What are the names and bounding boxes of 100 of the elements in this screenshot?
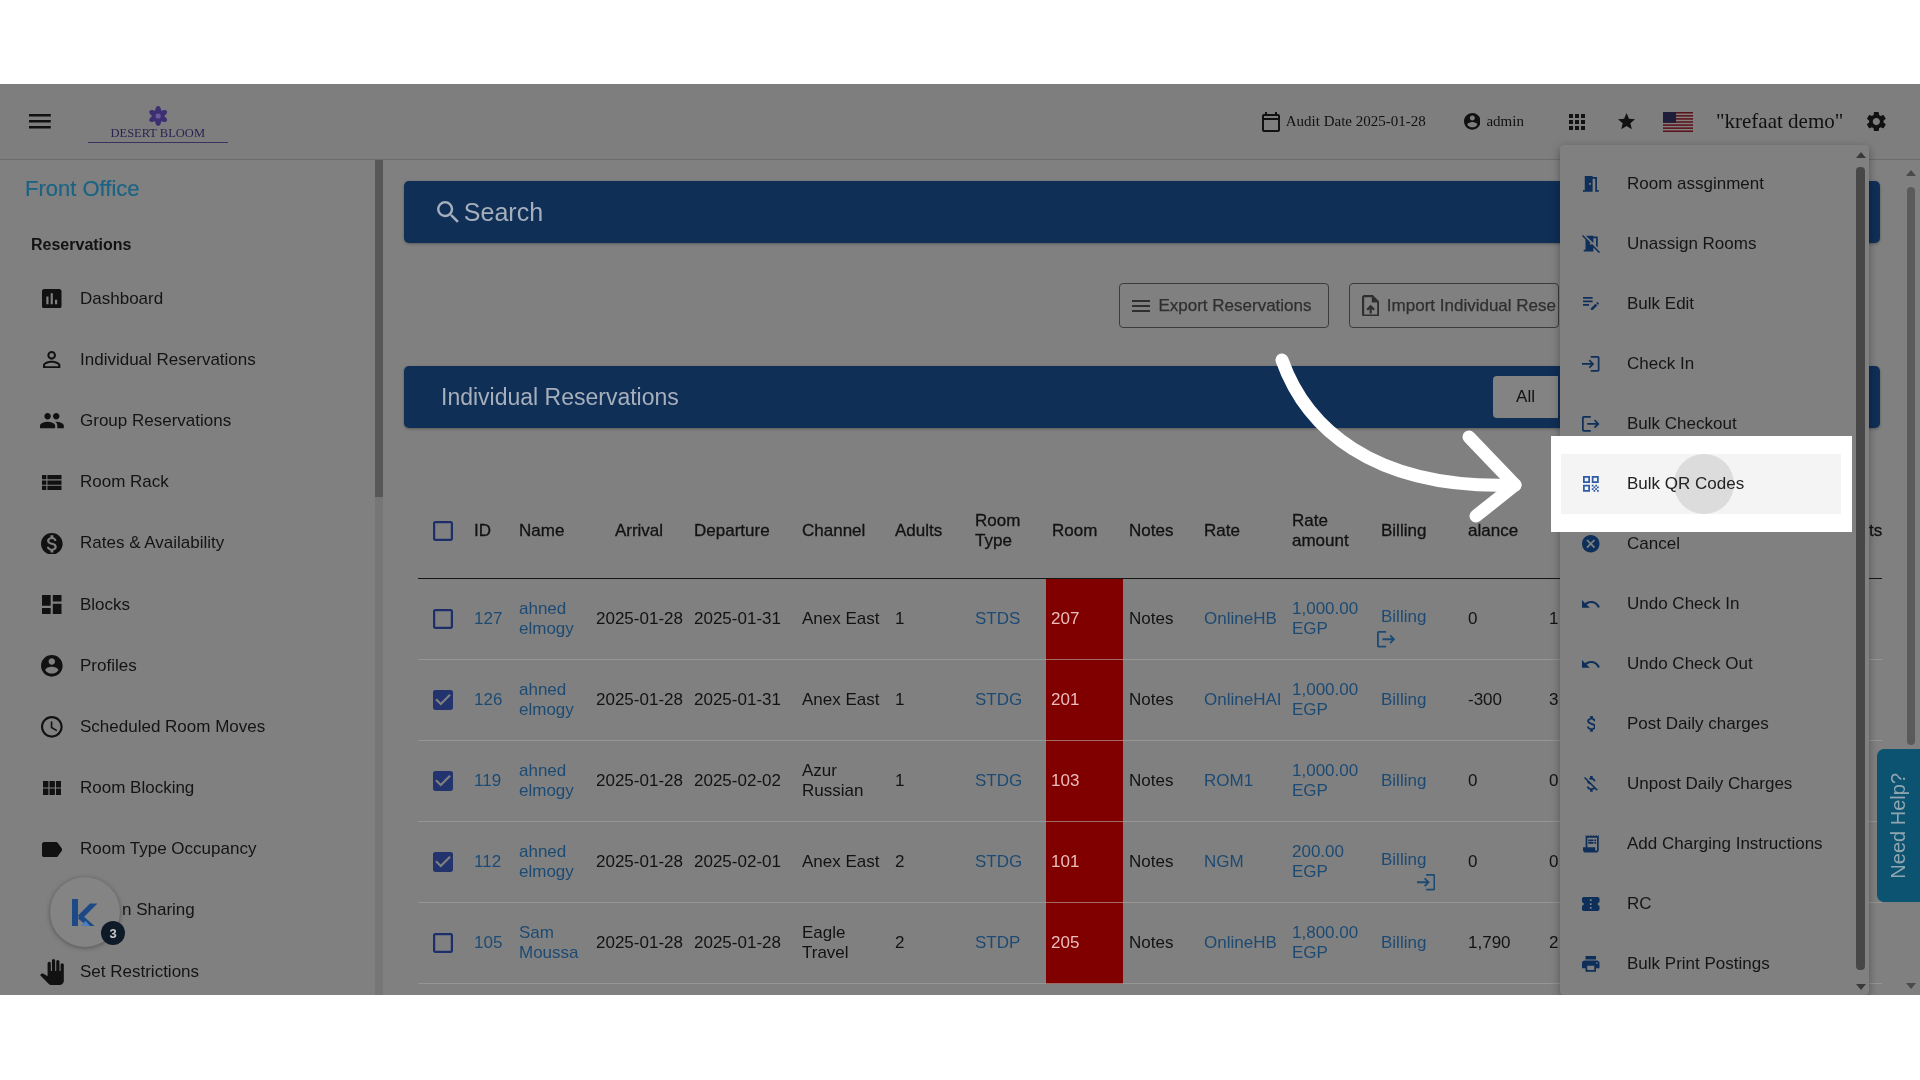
rate-amount-link[interactable]: 1,000.00 EGP bbox=[1292, 680, 1375, 720]
section-title: Individual Reservations bbox=[441, 383, 679, 411]
user-name[interactable]: admin bbox=[1486, 113, 1524, 130]
sidebar-item[interactable]: Room Blocking bbox=[40, 776, 195, 801]
menu-item[interactable]: Add Charging Instructions bbox=[1561, 814, 1841, 874]
sidebar-item[interactable]: Rates & Availability bbox=[40, 531, 225, 556]
sidebar-item[interactable]: Room Type Occupancy bbox=[40, 837, 257, 862]
adults-count: 2 bbox=[895, 852, 905, 872]
room-number-cell: 205 bbox=[1046, 903, 1123, 984]
rate-amount-link[interactable]: 1,000.00 EGP bbox=[1292, 599, 1375, 639]
rate-code-link[interactable]: OnlineHB bbox=[1204, 933, 1277, 953]
sidebar-item[interactable]: Scheduled Room Moves bbox=[40, 714, 266, 739]
select-all-checkbox[interactable] bbox=[433, 521, 453, 541]
row-checkbox[interactable] bbox=[433, 771, 453, 791]
room-type-link[interactable]: STDG bbox=[975, 852, 1023, 872]
guest-name-link[interactable]: ahned elmogy bbox=[519, 842, 590, 882]
scrollbar-thumb[interactable] bbox=[375, 160, 383, 497]
rate-amount-link[interactable]: 1,800.00 EGP bbox=[1292, 923, 1375, 963]
toolbar-button[interactable]: Import Individual Rese bbox=[1348, 283, 1559, 328]
room-type-link[interactable]: STDS bbox=[975, 609, 1021, 629]
menu-item[interactable]: Cancel bbox=[1561, 514, 1841, 574]
room-type-link[interactable]: STDG bbox=[975, 771, 1023, 791]
rate-code-link[interactable]: NGM bbox=[1204, 852, 1244, 872]
departure-date: 2025-02-02 bbox=[694, 771, 781, 791]
sidebar-item[interactable]: Profiles bbox=[40, 653, 137, 678]
menu-item[interactable]: Bulk Checkout bbox=[1561, 394, 1841, 454]
reservation-id-link[interactable]: 119 bbox=[474, 771, 502, 791]
arrow-out-of-box-icon[interactable] bbox=[1377, 631, 1396, 648]
dollar-icon bbox=[1586, 716, 1596, 732]
room-type-link[interactable]: STDG bbox=[975, 690, 1023, 710]
sidebar-item[interactable]: n Sharing bbox=[122, 900, 195, 921]
menu-item[interactable]: Check In bbox=[1561, 334, 1841, 394]
menu-icon[interactable] bbox=[29, 114, 51, 129]
menu-item[interactable]: Undo Check Out bbox=[1561, 634, 1841, 694]
billing-link[interactable]: Billing bbox=[1381, 850, 1427, 870]
scrollbar-thumb[interactable] bbox=[1907, 187, 1915, 745]
flag-icon[interactable] bbox=[1663, 111, 1693, 132]
reservation-id-link[interactable]: 105 bbox=[474, 933, 503, 953]
arrival-date: 2025-01-28 bbox=[596, 609, 683, 629]
rate-amount-link[interactable]: 200.00 EGP bbox=[1292, 842, 1375, 882]
channel-name: Anex East bbox=[802, 609, 880, 629]
room-number-cell: 103 bbox=[1046, 741, 1123, 822]
search-icon bbox=[437, 201, 459, 223]
billing-link[interactable]: Billing bbox=[1381, 933, 1427, 953]
sidebar-item[interactable]: Dashboard bbox=[40, 286, 164, 311]
table-cell: 0 bbox=[1468, 852, 1478, 872]
scrollbar-thumb[interactable] bbox=[1856, 167, 1865, 970]
rate-code-link[interactable]: ROM1 bbox=[1204, 771, 1254, 791]
menu-item[interactable]: Post Daily charges bbox=[1561, 694, 1841, 754]
crossed-dollar-icon bbox=[1584, 776, 1598, 792]
table-cell: 0 bbox=[1468, 609, 1478, 629]
sidebar-item[interactable]: Room Rack bbox=[40, 470, 169, 495]
menu-item[interactable]: Bulk Edit bbox=[1561, 274, 1841, 334]
billing-link[interactable]: Billing bbox=[1381, 771, 1427, 791]
sidebar-item[interactable]: Individual Reservations bbox=[40, 347, 256, 372]
row-checkbox[interactable] bbox=[433, 690, 453, 710]
arrow-into-box-icon bbox=[1582, 356, 1600, 372]
calendar-icon bbox=[1261, 111, 1280, 132]
billing-link[interactable]: Billing bbox=[1381, 690, 1427, 710]
column-header: ts bbox=[1869, 521, 1883, 541]
star-icon[interactable] bbox=[1617, 113, 1635, 130]
sidebar-item[interactable]: Set Restrictions bbox=[40, 959, 200, 984]
company-name[interactable]: "krefaat demo" bbox=[1716, 109, 1844, 134]
settings-icon[interactable] bbox=[1867, 111, 1886, 132]
guest-name-link[interactable]: ahned elmogy bbox=[519, 761, 590, 801]
scroll-down-icon[interactable] bbox=[1906, 983, 1916, 989]
rate-code-link[interactable]: OnlineHAI bbox=[1204, 690, 1282, 710]
room-number-cell: 101 bbox=[1046, 822, 1123, 903]
arrival-date: 2025-01-28 bbox=[596, 933, 683, 953]
sidebar-item[interactable]: Group Reservations bbox=[40, 408, 232, 433]
reservation-id-link[interactable]: 127 bbox=[474, 609, 503, 629]
arrow-into-box-icon[interactable] bbox=[1417, 874, 1436, 891]
column-header: ID bbox=[474, 521, 491, 541]
menu-item[interactable]: Undo Check In bbox=[1561, 574, 1841, 634]
apps-grid-icon[interactable] bbox=[1568, 113, 1585, 130]
table-cell: 1,790 bbox=[1468, 933, 1511, 953]
help-tab[interactable]: Need Help? bbox=[1877, 749, 1920, 902]
row-checkbox[interactable] bbox=[433, 852, 453, 872]
menu-item[interactable]: Bulk QR Codes bbox=[1561, 454, 1841, 514]
guest-name-link[interactable]: ahned elmogy bbox=[519, 599, 590, 639]
menu-item[interactable]: RC bbox=[1561, 874, 1841, 934]
menu-item[interactable]: Unpost Daily Charges bbox=[1561, 754, 1841, 814]
reservation-id-link[interactable]: 112 bbox=[474, 852, 502, 872]
guest-name-link[interactable]: Sam Moussa bbox=[519, 923, 590, 963]
scroll-down-icon[interactable] bbox=[1855, 984, 1866, 990]
guest-name-link[interactable]: ahned elmogy bbox=[519, 680, 590, 720]
toolbar-button[interactable]: Export Reservations bbox=[1119, 283, 1329, 328]
rate-code-link[interactable]: OnlineHB bbox=[1204, 609, 1277, 629]
billing-link[interactable]: Billing bbox=[1381, 607, 1427, 627]
reservation-id-link[interactable]: 126 bbox=[474, 690, 503, 710]
rate-amount-link[interactable]: 1,000.00 EGP bbox=[1292, 761, 1375, 801]
menu-item[interactable]: Bulk Print Postings bbox=[1561, 934, 1841, 994]
scroll-up-icon[interactable] bbox=[1906, 170, 1916, 176]
filter-tab[interactable]: All bbox=[1493, 376, 1558, 418]
row-checkbox[interactable] bbox=[433, 609, 453, 629]
list-icon bbox=[42, 474, 62, 490]
row-checkbox[interactable] bbox=[433, 933, 453, 953]
sidebar-item[interactable]: Blocks bbox=[40, 592, 131, 617]
room-type-link[interactable]: STDP bbox=[975, 933, 1021, 953]
scroll-up-icon[interactable] bbox=[1855, 152, 1866, 158]
